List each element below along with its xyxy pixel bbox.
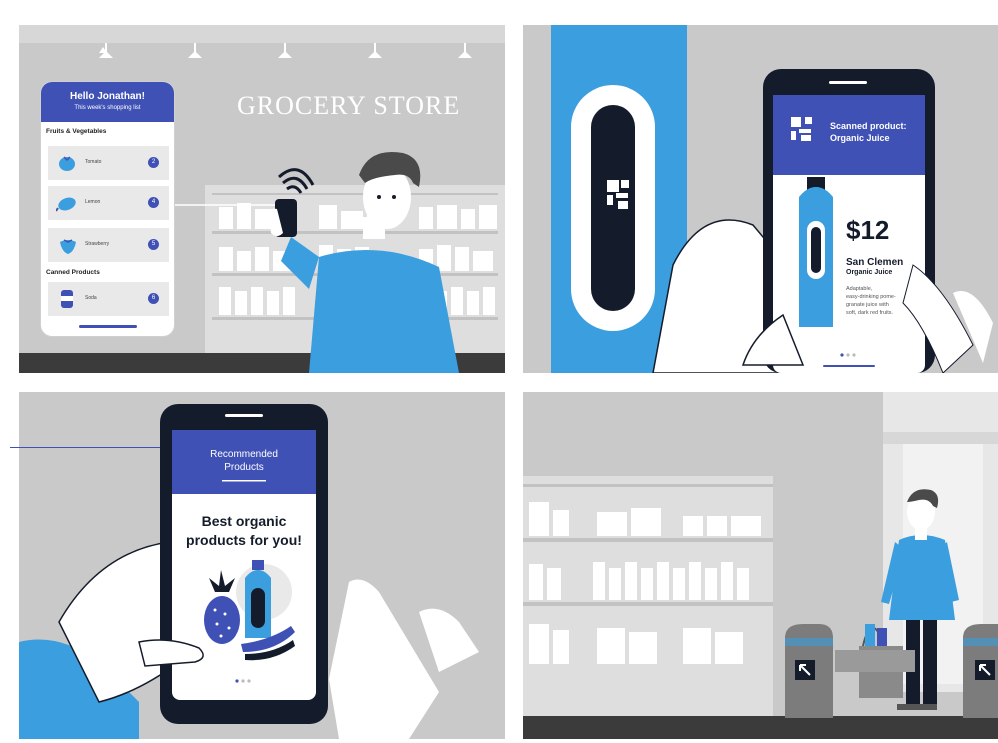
scan-header-line2: Organic Juice [830, 133, 890, 143]
product-price: $12 [846, 215, 890, 245]
section-title: Canned Products [46, 269, 100, 276]
product-description: Adaptable, easy-drinking pome- granate j… [846, 285, 896, 317]
phone-shopping-list: Hello Jonathan! This week's shopping lis… [40, 81, 175, 337]
strawberry-icon [60, 239, 76, 254]
recommended-header-line1: Recommended [210, 449, 278, 460]
item-quantity-badge: 2 [148, 157, 159, 168]
scan-header-line1: Scanned product: [830, 121, 907, 131]
recommendation-headline: Best organic products for you! [172, 512, 316, 550]
tomato-icon [59, 156, 75, 171]
list-item[interactable]: Lemon 4 [48, 186, 169, 220]
panel-4-illustration [523, 392, 998, 739]
description-line: Adaptable, [846, 286, 873, 292]
product-name: San Clemen [846, 257, 904, 268]
list-item[interactable]: Strawberry 5 [48, 228, 169, 262]
recommended-header-line2: Products [224, 462, 264, 473]
item-name: Lemon [85, 199, 101, 205]
recommended-header: Recommended Products [172, 448, 316, 474]
soda-can-icon [61, 290, 73, 308]
item-name: Tomato [85, 159, 102, 165]
description-line: soft, dark red fruits. [846, 310, 894, 316]
list-item[interactable]: Tomato 2 [48, 146, 169, 180]
phone-header: Hello Jonathan! This week's shopping lis… [41, 82, 174, 122]
panel-3-illustration [19, 404, 479, 739]
connector-line [10, 447, 160, 448]
panel-recommendations: Recommended Products Best organic produc… [19, 392, 505, 739]
lemon-icon [56, 197, 76, 212]
panel-scanned-product: Scanned product: Organic Juice $12 San C… [523, 25, 998, 373]
panel-shopping-list: GROCERY STORE Hello Jonathan! This week'… [19, 25, 505, 373]
headline-line1: Best organic [201, 513, 287, 529]
store-sign: GROCERY STORE [237, 91, 461, 120]
product-type: Organic Juice [846, 269, 893, 276]
item-quantity-badge: 5 [148, 239, 159, 250]
item-quantity-badge: 6 [148, 293, 159, 304]
scan-header: Scanned product: Organic Juice [830, 120, 907, 144]
panel-checkout-gate [523, 392, 998, 739]
item-quantity-badge: 4 [148, 197, 159, 208]
description-line: easy-drinking pome- [846, 294, 896, 300]
background-shelves [523, 476, 773, 716]
list-item[interactable]: Soda 6 [48, 282, 169, 316]
item-name: Strawberry [85, 241, 110, 247]
item-name: Soda [85, 295, 97, 301]
panel-2-illustration [551, 25, 993, 373]
juice-bottle [799, 177, 833, 327]
greeting-title: Hello Jonathan! [69, 91, 145, 102]
section-title: Fruits & Vegetables [46, 128, 107, 135]
description-line: granate juice with [846, 302, 889, 308]
home-indicator [79, 325, 137, 328]
headline-line2: products for you! [186, 532, 302, 548]
ceiling-lamps [99, 43, 472, 58]
greeting-subtitle: This week's shopping list [74, 105, 141, 111]
